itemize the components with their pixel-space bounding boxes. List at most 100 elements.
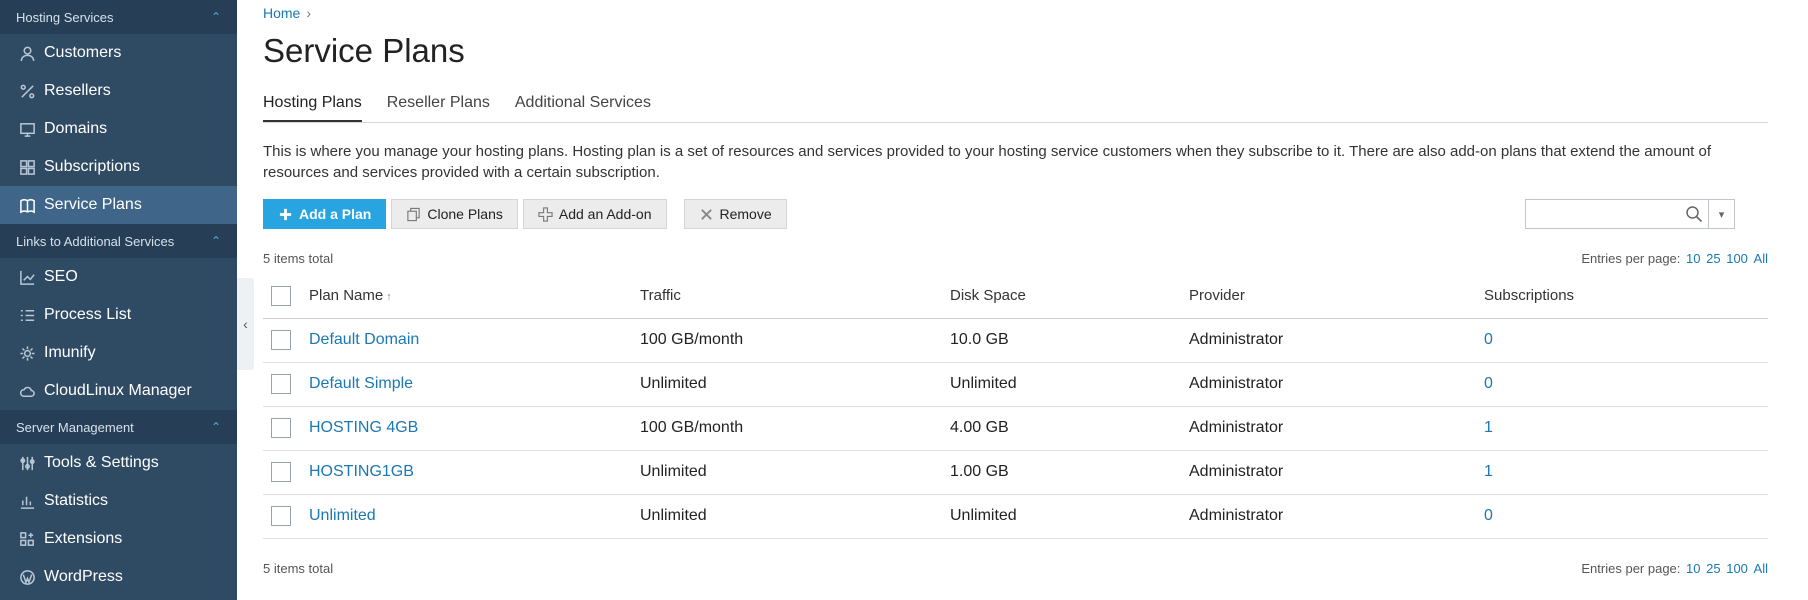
column-subscriptions[interactable]: Subscriptions: [1484, 274, 1768, 319]
sidebar-item-statistics[interactable]: Statistics: [0, 482, 237, 520]
provider-cell: Administrator: [1189, 362, 1484, 407]
subscriptions-count-link[interactable]: 0: [1484, 331, 1493, 348]
tab-hosting-plans[interactable]: Hosting Plans: [263, 94, 362, 122]
sidebar-item-resellers[interactable]: Resellers: [0, 72, 237, 110]
entries-option-10[interactable]: 10: [1686, 561, 1700, 576]
tabs: Hosting Plans Reseller Plans Additional …: [263, 94, 1768, 123]
sidebar-item-customers[interactable]: Customers: [0, 34, 237, 72]
chevron-up-icon: ⌃: [210, 420, 221, 434]
provider-cell: Administrator: [1189, 406, 1484, 451]
row-checkbox[interactable]: [271, 330, 291, 350]
search-icon[interactable]: [1685, 205, 1703, 223]
row-checkbox[interactable]: [271, 462, 291, 482]
sliders-icon: [18, 454, 36, 472]
column-provider[interactable]: Provider: [1189, 274, 1484, 319]
table-row: HOSTING1GB Unlimited 1.00 GB Administrator 1: [263, 450, 1768, 495]
subscriptions-count-link[interactable]: 0: [1484, 375, 1493, 392]
sidebar-item-domains[interactable]: Domains: [0, 110, 237, 148]
sidebar: Hosting Services ⌃ Customers Resellers Domai…: [0, 0, 237, 600]
chevron-right-icon: ›: [306, 5, 312, 21]
plan-name-link[interactable]: HOSTING 4GB: [309, 419, 418, 436]
add-plan-button[interactable]: Add a Plan: [263, 199, 387, 229]
sidebar-item-imunify[interactable]: Imunify: [0, 334, 237, 372]
sidebar-section-header[interactable]: Links to Additional Services ⌃: [0, 224, 237, 258]
entries-option-10[interactable]: 10: [1686, 251, 1700, 266]
entries-option-25[interactable]: 25: [1706, 561, 1720, 576]
column-disk-space[interactable]: Disk Space: [950, 274, 1189, 319]
sidebar-section-header[interactable]: Server Management ⌃: [0, 410, 237, 444]
plan-name-link[interactable]: Unlimited: [309, 507, 376, 524]
add-plan-label: Add a Plan: [299, 206, 372, 222]
plan-name-cell: Default Simple: [309, 362, 640, 407]
sidebar-item-subscriptions[interactable]: Subscriptions: [0, 148, 237, 186]
sidebar-item-tools-settings[interactable]: Tools & Settings: [0, 444, 237, 482]
search-options-dropdown[interactable]: ▾: [1709, 199, 1735, 229]
sidebar-item-label: Extensions: [44, 530, 123, 547]
select-all-checkbox[interactable]: [271, 285, 291, 306]
subscriptions-cell: 1: [1484, 450, 1768, 495]
table-row: Default Domain 100 GB/month 10.0 GB Adminis…: [263, 318, 1768, 363]
sidebar-item-wordpress[interactable]: WordPress: [0, 558, 237, 596]
plan-name-cell: Unlimited: [309, 494, 640, 539]
subscriptions-count-link[interactable]: 1: [1484, 419, 1493, 436]
sidebar-item-label: CloudLinux Manager: [44, 382, 192, 399]
sidebar-item-cloudlinux-manager[interactable]: CloudLinux Manager: [0, 372, 237, 410]
table-row: Unlimited Unlimited Unlimited Administrator…: [263, 494, 1768, 539]
plan-name-link[interactable]: Default Simple: [309, 375, 413, 392]
breadcrumb-home-link[interactable]: Home: [263, 5, 300, 21]
plan-name-link[interactable]: Default Domain: [309, 331, 419, 348]
clone-plans-label: Clone Plans: [427, 206, 503, 222]
subscriptions-cell: 0: [1484, 362, 1768, 407]
entries-per-page-top: Entries per page: 10 25 100 All: [1581, 251, 1768, 266]
row-checkbox[interactable]: [271, 374, 291, 394]
row-select-cell: [263, 406, 309, 451]
entries-option-all[interactable]: All: [1754, 251, 1768, 266]
column-traffic[interactable]: Traffic: [640, 274, 950, 319]
subscriptions-cell: 0: [1484, 318, 1768, 363]
sidebar-item-label: Process List: [44, 306, 132, 323]
row-checkbox[interactable]: [271, 506, 291, 526]
bar-chart-icon: [18, 492, 36, 510]
add-addon-button[interactable]: Add an Add-on: [522, 199, 667, 229]
sidebar-collapse-handle[interactable]: ‹: [237, 278, 254, 370]
select-all-cell: [263, 274, 309, 319]
main-content: Home › Service Plans Hosting Plans Resell…: [263, 0, 1768, 600]
provider-cell: Administrator: [1189, 450, 1484, 495]
sidebar-item-extensions[interactable]: Extensions: [0, 520, 237, 558]
plan-name-cell: HOSTING1GB: [309, 450, 640, 495]
remove-button[interactable]: Remove: [683, 199, 787, 229]
items-total-top: 5 items total: [263, 251, 334, 266]
sidebar-item-label: Resellers: [44, 82, 111, 99]
column-plan-name[interactable]: Plan Name ↑: [309, 274, 640, 319]
breadcrumb: Home ›: [263, 5, 311, 21]
tab-reseller-plans[interactable]: Reseller Plans: [387, 94, 490, 122]
disk-space-cell: 4.00 GB: [950, 406, 1189, 451]
table-header-row: Plan Name ↑ Traffic Disk Space Provider S…: [263, 274, 1768, 319]
disk-space-cell: 10.0 GB: [950, 318, 1189, 363]
tab-additional-services[interactable]: Additional Services: [515, 94, 651, 122]
sidebar-item-label: Tools & Settings: [44, 454, 159, 471]
plan-name-cell: Default Domain: [309, 318, 640, 363]
book-icon: [18, 196, 36, 214]
clone-plans-button[interactable]: Clone Plans: [391, 199, 518, 229]
entries-option-100[interactable]: 100: [1726, 561, 1748, 576]
table-row: HOSTING 4GB 100 GB/month 4.00 GB Administra…: [263, 406, 1768, 451]
add-addon-label: Add an Add-on: [558, 206, 652, 222]
row-checkbox[interactable]: [271, 418, 291, 438]
entries-per-page-bottom: Entries per page: 10 25 100 All: [1581, 561, 1768, 576]
search-input[interactable]: [1525, 199, 1709, 229]
sidebar-section-header[interactable]: Hosting Services ⌃: [0, 0, 237, 34]
sidebar-item-service-plans[interactable]: Service Plans: [0, 186, 237, 224]
subscriptions-count-link[interactable]: 1: [1484, 463, 1493, 480]
sidebar-item-seo[interactable]: SEO: [0, 258, 237, 296]
plan-name-link[interactable]: HOSTING1GB: [309, 463, 414, 480]
entries-option-all[interactable]: All: [1754, 561, 1768, 576]
subscriptions-count-link[interactable]: 0: [1484, 507, 1493, 524]
sidebar-item-process-list[interactable]: Process List: [0, 296, 237, 334]
row-select-cell: [263, 362, 309, 407]
entries-label: Entries per page:: [1581, 251, 1681, 266]
plans-table: Plan Name ↑ Traffic Disk Space Provider S…: [263, 274, 1768, 539]
entries-option-25[interactable]: 25: [1706, 251, 1720, 266]
wordpress-icon: [18, 568, 36, 586]
entries-option-100[interactable]: 100: [1726, 251, 1748, 266]
